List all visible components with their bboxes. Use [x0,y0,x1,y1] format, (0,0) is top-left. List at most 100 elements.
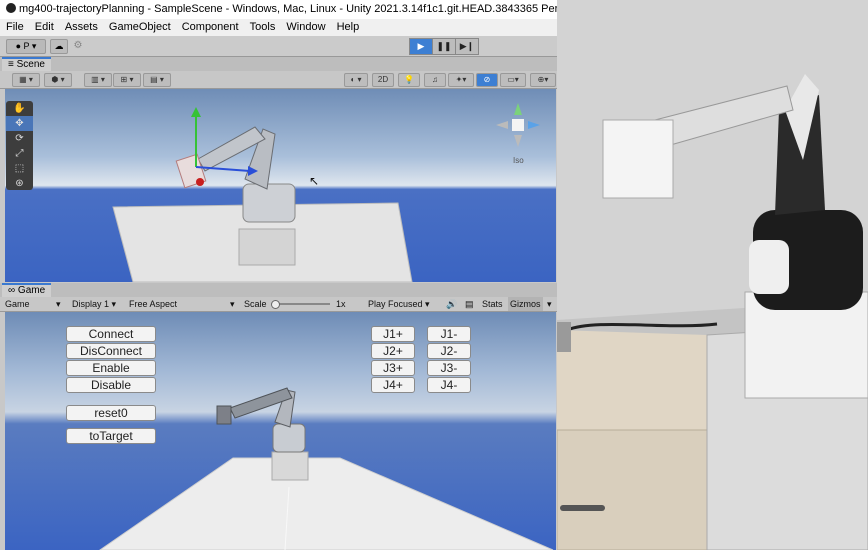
j4-plus-button[interactable]: J4+ [371,377,415,393]
audio-toggle-icon[interactable]: ♫ [424,73,446,87]
aspect-chevron-icon: ▾ [230,299,235,309]
unity-logo-icon [6,3,16,13]
menu-gameobject[interactable]: GameObject [109,21,171,33]
aspect-dropdown[interactable]: Free Aspect [129,297,177,311]
game-view-label: Game [5,299,30,309]
j2-minus-button[interactable]: J2- [427,343,471,359]
mute-audio-icon[interactable]: 🔊 [446,297,457,311]
lighting-toggle-icon[interactable]: 💡 [398,73,420,87]
account-dropdown[interactable]: ● P ▾ [6,39,46,54]
disable-button[interactable]: Disable [66,377,156,393]
j2-plus-button[interactable]: J2+ [371,343,415,359]
gizmos-chevron-icon[interactable]: ▾ [547,297,552,311]
robot-real-tool [602,119,674,199]
drawer-handle [560,505,605,511]
menu-assets[interactable]: Assets [65,21,98,33]
j1-minus-button[interactable]: J1- [427,326,471,342]
step-button[interactable]: ▶❙ [455,38,479,55]
robot-base [238,228,296,266]
play-mode-label: Play Focused [368,299,423,309]
increment-snap-dropdown[interactable]: ▤ ▾ [143,73,171,87]
game-end-effector [216,405,232,425]
effects-dropdown[interactable]: ✦▾ [448,73,474,87]
menu-window[interactable]: Window [286,21,325,33]
title-bar: mg400-trajectoryPlanning - SampleScene -… [0,0,557,19]
unity-editor-window: mg400-trajectoryPlanning - SampleScene -… [0,0,557,550]
stats-button[interactable]: Stats [482,297,503,311]
j3-plus-button[interactable]: J3+ [371,360,415,376]
scale-value: 1x [336,299,346,309]
gizmos-dropdown[interactable]: ⊕▾ [530,73,556,87]
shading-dropdown[interactable]: ⬢ ▾ [44,73,72,87]
camera-photo [557,0,868,550]
collab-icon[interactable]: ⚙ [70,39,86,52]
transform-tool-icon[interactable]: ⊛ [6,176,33,191]
j1-plus-button[interactable]: J1+ [371,326,415,342]
game-toolbar: Game ▾ Display 1 ▾ Free Aspect ▾ Scale 1… [0,297,557,312]
menu-component[interactable]: Component [182,21,239,33]
play-button[interactable]: ▶ [409,38,433,55]
display-label: Display 1 [72,299,110,309]
display-dropdown[interactable]: Display 1 ▾ [72,297,116,311]
scale-slider[interactable] [272,303,330,305]
draw-mode-dropdown[interactable]: ▦ ▾ [12,73,40,87]
aspect-label: Free Aspect [129,299,178,309]
cloud-icon[interactable]: ☁ [50,39,68,54]
move-tool-icon[interactable]: ✥ [6,116,33,131]
scene-tab-label: Scene [16,59,45,70]
account-initial: P [23,41,30,51]
scene-viewport[interactable]: Iso ↖ [5,89,556,282]
menu-file[interactable]: File [6,21,24,33]
disconnect-button[interactable]: DisConnect [66,343,156,359]
gizmo-y-arrow-icon [191,107,201,117]
robot-body [242,183,296,223]
gizmo-x-handle [196,178,204,186]
hand-tool-icon[interactable]: ✋ [6,101,33,116]
scale-slider-thumb[interactable] [270,300,280,309]
rotate-tool-icon[interactable]: ⟳ [6,131,33,146]
pause-button[interactable]: ❚❚ [432,38,456,55]
hidden-objects-icon[interactable]: ⊘ [476,73,498,87]
snap-dropdown[interactable]: ⊞ ▾ [113,73,141,87]
robot-real-joint [749,240,789,294]
main-toolbar: ● P ▾ ☁ ⚙ ▶ ❚❚ ▶❙ [0,36,557,57]
menu-tools[interactable]: Tools [250,21,276,33]
j4-minus-button[interactable]: J4- [427,377,471,393]
window-title: mg400-trajectoryPlanning - SampleScene -… [19,3,557,15]
grid-snap-dropdown[interactable]: ▥ ▾ [84,73,112,87]
game-tab-label: Game [17,285,46,296]
totarget-button[interactable]: toTarget [66,428,156,444]
vsync-icon[interactable]: ▤ [465,297,474,311]
game-table-plane [99,457,554,550]
gizmo-projection-label: Iso [513,156,524,165]
power-plug [557,322,571,352]
game-robot-base [271,451,309,481]
menu-edit[interactable]: Edit [35,21,54,33]
gizmos-label: Gizmos [510,299,541,309]
chevron-down-icon: ▾ [56,299,61,309]
drawer [557,429,708,550]
tab-scene[interactable]: ≡ Scene [2,57,51,71]
gizmos-button[interactable]: Gizmos [508,297,543,311]
play-mode-dropdown[interactable]: Play Focused ▾ [368,297,430,311]
game-view-dropdown[interactable]: Game [5,297,30,311]
camera-feed [557,0,868,550]
scale-label: Scale [244,299,267,309]
j3-minus-button[interactable]: J3- [427,360,471,376]
reset0-button[interactable]: reset0 [66,405,156,421]
menu-help[interactable]: Help [337,21,360,33]
menu-bar: File Edit Assets GameObject Component To… [0,19,557,36]
rect-tool-icon[interactable]: ⬚ [6,161,33,176]
game-robot-body [272,423,306,453]
scene-toolbar: ▦ ▾ ⬢ ▾ ▥ ▾ ⊞ ▾ ▤ ▾ ◐ ▾ 2D 💡 ♫ ✦▾ ⊘ ▭▾ ⊕… [0,71,557,89]
game-tab-header: ∞ Game [0,283,557,297]
camera-dropdown[interactable]: ▭▾ [500,73,526,87]
render-mode-dropdown[interactable]: ◐ ▾ [344,73,368,87]
connect-button[interactable]: Connect [66,326,156,342]
tab-game[interactable]: ∞ Game [2,283,52,297]
scene-tab-header: ≡ Scene [0,57,557,71]
scene-orientation-gizmo-icon [496,103,540,147]
enable-button[interactable]: Enable [66,360,156,376]
scale-tool-icon[interactable]: ⤢ [6,146,33,161]
2d-toggle[interactable]: 2D [372,73,394,87]
